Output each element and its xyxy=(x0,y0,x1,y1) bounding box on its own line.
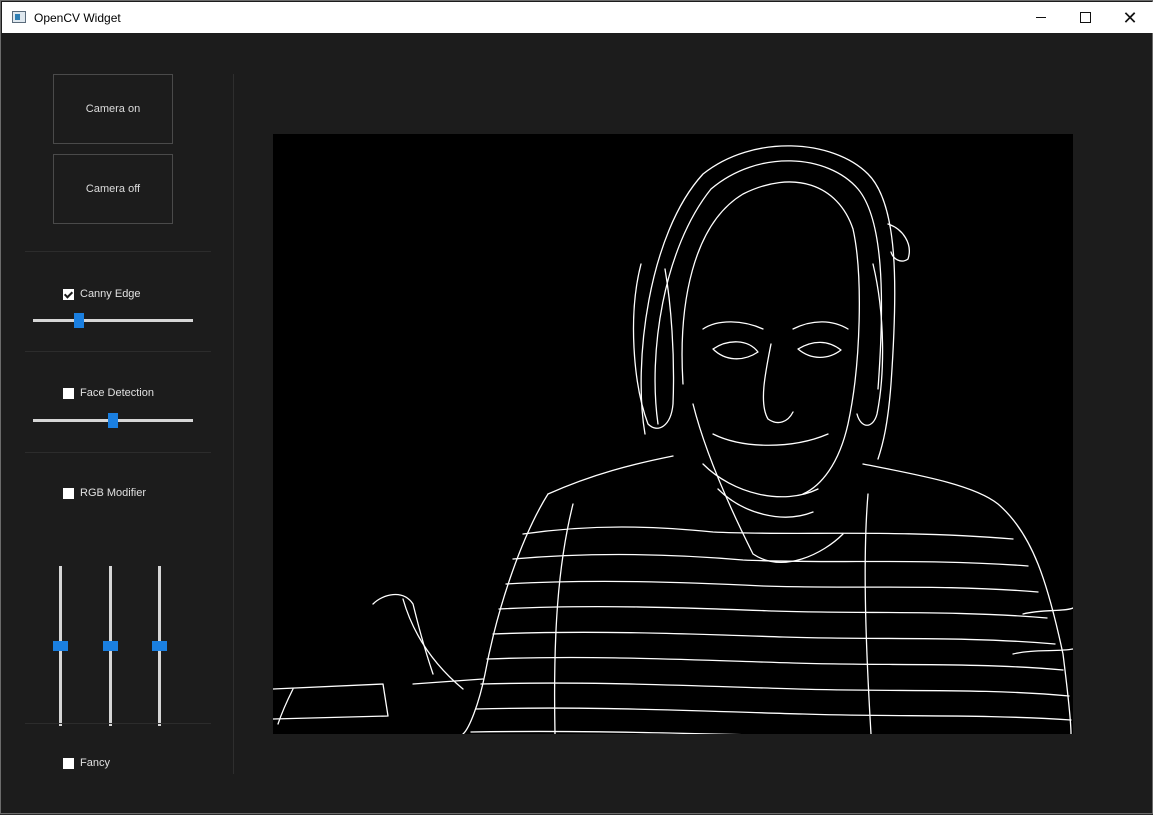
green-channel-slider[interactable] xyxy=(103,566,119,726)
divider xyxy=(25,723,211,724)
fancy-label: Fancy xyxy=(80,757,110,769)
canny-edge-checkbox[interactable]: Canny Edge xyxy=(63,288,141,300)
checkbox-unchecked-icon[interactable] xyxy=(63,487,74,499)
divider xyxy=(25,452,211,453)
face-detection-checkbox[interactable]: Face Detection xyxy=(63,387,154,399)
rgb-modifier-checkbox[interactable]: RGB Modifier xyxy=(63,487,146,499)
close-icon: ✕ xyxy=(1122,7,1138,28)
slider-handle[interactable] xyxy=(152,641,167,651)
slider-handle[interactable] xyxy=(53,641,68,651)
close-button[interactable]: ✕ xyxy=(1107,2,1153,33)
fancy-checkbox[interactable]: Fancy xyxy=(63,757,110,769)
face-detection-slider[interactable] xyxy=(33,413,193,429)
checkbox-checked-icon[interactable] xyxy=(63,288,74,300)
slider-handle[interactable] xyxy=(74,313,84,328)
minimize-icon xyxy=(1036,17,1046,18)
main-window: OpenCV Widget ✕ Camera on Camera off Can… xyxy=(0,0,1153,814)
canny-edge-image xyxy=(273,145,1073,734)
camera-off-button[interactable]: Camera off xyxy=(53,154,173,224)
canny-edge-label: Canny Edge xyxy=(80,288,141,300)
control-panel: Camera on Camera off Canny Edge Face Det… xyxy=(1,33,233,815)
blue-channel-slider[interactable] xyxy=(152,566,168,726)
rgb-modifier-label: RGB Modifier xyxy=(80,487,147,499)
window-title: OpenCV Widget xyxy=(34,11,121,25)
red-channel-slider[interactable] xyxy=(53,566,69,726)
checkbox-unchecked-icon[interactable] xyxy=(63,757,74,769)
minimize-button[interactable] xyxy=(1018,2,1064,33)
face-detection-label: Face Detection xyxy=(80,387,154,399)
panel-splitter[interactable] xyxy=(233,74,234,774)
slider-handle[interactable] xyxy=(108,413,118,428)
slider-track xyxy=(33,319,193,322)
title-bar[interactable]: OpenCV Widget ✕ xyxy=(2,2,1153,33)
divider xyxy=(25,251,211,252)
slider-handle[interactable] xyxy=(103,641,118,651)
maximize-icon xyxy=(1079,12,1091,23)
video-display xyxy=(273,134,1073,734)
app-icon xyxy=(12,11,26,23)
maximize-button[interactable] xyxy=(1062,2,1108,33)
canny-threshold-slider[interactable] xyxy=(33,313,193,329)
checkbox-unchecked-icon[interactable] xyxy=(63,387,74,399)
divider xyxy=(25,351,211,352)
camera-on-button[interactable]: Camera on xyxy=(53,74,173,144)
